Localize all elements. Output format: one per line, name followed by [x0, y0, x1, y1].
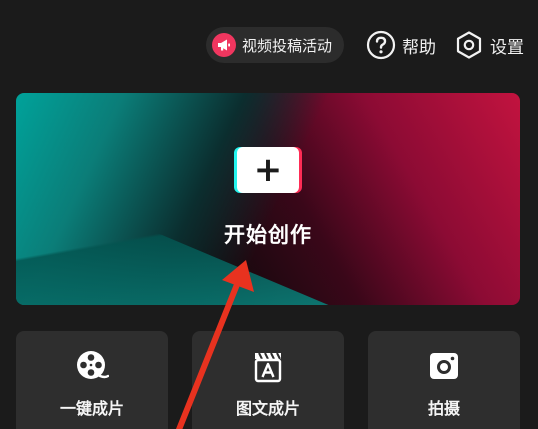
question-circle-icon — [366, 30, 396, 60]
megaphone-icon — [211, 33, 236, 57]
app-screen: 视频投稿活动 帮助 设置 + 开始创作 一键成片 图文成片 拍摄 — [0, 0, 538, 429]
action-label: 图文成片 — [235, 399, 300, 418]
top-bar: 视频投稿活动 帮助 设置 — [205, 26, 524, 64]
banner-title: 开始创作 — [224, 223, 312, 247]
action-label: 拍摄 — [427, 399, 460, 418]
banner-content: + 开始创作 — [16, 147, 520, 249]
text-clapper-icon — [254, 352, 282, 383]
add-project-button[interactable]: + — [237, 147, 299, 193]
quick-actions: 一键成片 图文成片 拍摄 — [16, 331, 520, 429]
settings-label: 设置 — [490, 37, 524, 58]
help-label: 帮助 — [402, 37, 436, 58]
film-reel-icon — [77, 351, 109, 379]
shoot-button[interactable]: 拍摄 — [368, 331, 520, 429]
settings-button[interactable]: 设置 — [454, 27, 524, 63]
plus-icon: + — [253, 150, 283, 190]
video-submission-event-button[interactable]: 视频投稿活动 — [205, 27, 344, 63]
hexagon-gear-icon — [456, 31, 482, 59]
help-button[interactable]: 帮助 — [366, 27, 436, 63]
one-click-video-button[interactable]: 一键成片 — [16, 331, 168, 429]
action-label: 一键成片 — [59, 399, 124, 418]
image-text-video-button[interactable]: 图文成片 — [192, 331, 344, 429]
promo-label: 视频投稿活动 — [241, 36, 332, 55]
start-creating-banner[interactable]: + 开始创作 — [16, 93, 520, 305]
camera-icon — [430, 353, 458, 379]
